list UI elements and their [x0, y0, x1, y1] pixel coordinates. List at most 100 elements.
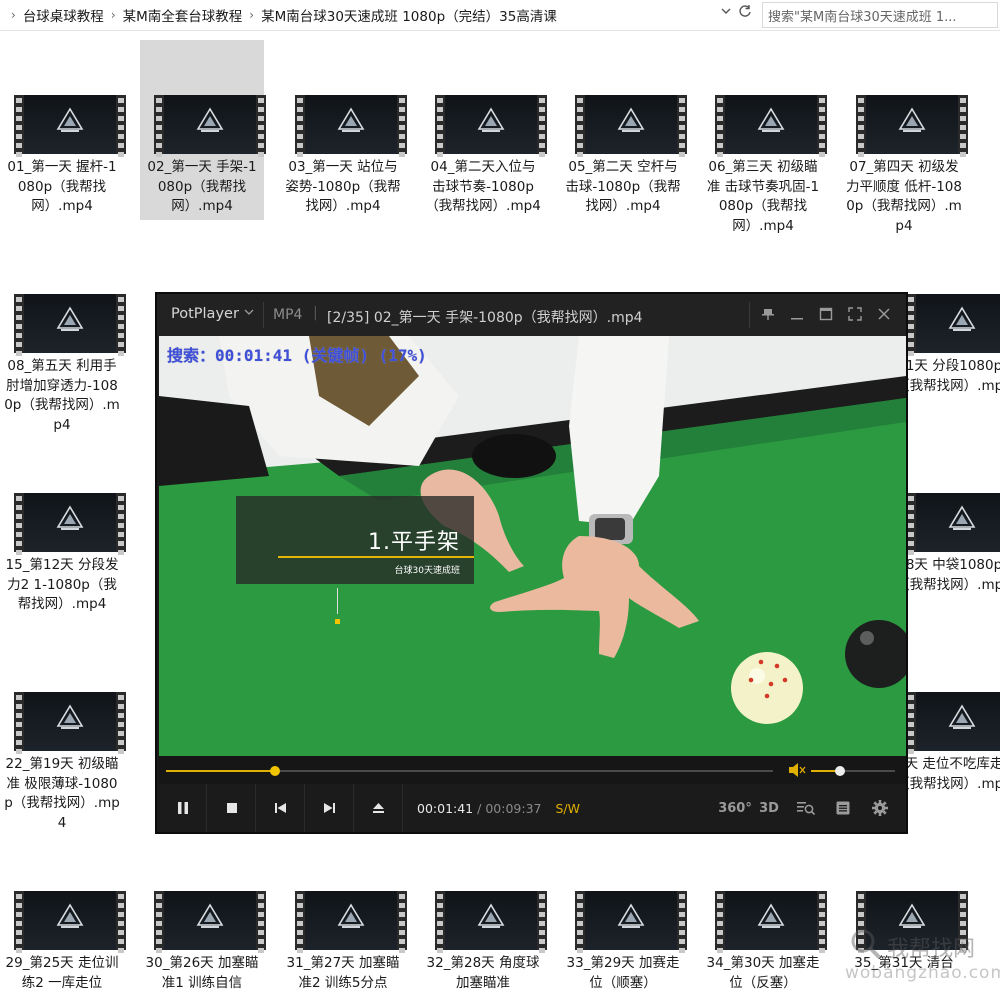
chapter-search-icon[interactable]	[793, 796, 819, 820]
chevron-down-icon[interactable]	[244, 307, 254, 320]
video-thumbnail	[906, 493, 1000, 555]
thumbnail-frame	[305, 95, 397, 154]
minimize-icon[interactable]	[787, 304, 807, 324]
file-item[interactable]: 05_第二天 空杆与击球-1080p（我帮找网）.mp4	[561, 40, 687, 220]
course-logo-icon	[617, 107, 645, 132]
file-item[interactable]: 5天 走位不吃库走p（我帮找网）.mp4	[892, 637, 1000, 817]
course-logo-icon	[477, 903, 505, 928]
video-thumbnail	[856, 95, 968, 157]
file-name: 05_第二天 空杆与击球-1080p（我帮找网）.mp4	[565, 159, 681, 214]
previous-button[interactable]	[257, 784, 305, 832]
breadcrumb-item-2[interactable]: 某M南全套台球教程	[123, 5, 243, 25]
pause-button[interactable]	[159, 784, 207, 832]
refresh-icon[interactable]	[738, 4, 752, 22]
file-item[interactable]: 03_第一天 站位与姿势-1080p（我帮找网）.mp4	[281, 40, 407, 220]
film-strip	[116, 95, 126, 157]
thumbnail-frame	[866, 95, 958, 154]
thumbnail-frame	[164, 891, 256, 950]
film-strip	[397, 891, 407, 953]
fullscreen-icon[interactable]	[845, 304, 865, 324]
course-logo-icon	[477, 107, 505, 132]
file-item[interactable]: 34_第30天 加塞走位（反塞）	[701, 836, 827, 992]
volume-slider[interactable]	[811, 766, 895, 776]
video-thumbnail	[435, 891, 547, 953]
sw-button[interactable]: S/W	[555, 801, 580, 816]
file-item[interactable]: 07_第四天 初级发力平顺度 低杆-1080p（我帮找网）.mp4	[842, 40, 968, 234]
film-strip	[14, 891, 24, 953]
file-item[interactable]: 32_第28天 角度球加塞瞄准	[421, 836, 547, 992]
file-item[interactable]: 02_第一天 手架-1080p（我帮找网）.mp4	[140, 40, 266, 220]
video-frame[interactable]: 搜索：00:01:41 (关键帧) (17%) 1.平手架 台球30天速成班	[159, 336, 906, 756]
divider: |	[313, 305, 318, 321]
close-icon[interactable]	[874, 304, 894, 324]
video-thumbnail	[295, 95, 407, 157]
eject-button[interactable]	[355, 784, 403, 832]
file-item[interactable]: 01_第一天 握杆-1080p（我帮找网）.mp4	[0, 40, 126, 220]
file-name: 04_第二天入位与击球节奏-1080p（我帮找网）.mp4	[425, 159, 541, 214]
film-strip	[116, 294, 126, 356]
file-name: 02_第一天 手架-1080p（我帮找网）.mp4	[147, 159, 257, 214]
player-titlebar[interactable]: PotPlayer MP4 | [2/35] 02_第一天 手架-1080p（我…	[157, 294, 906, 336]
3d-button[interactable]: 3D	[756, 796, 782, 820]
player-controls: 00:01:41 / 00:09:37 S/W 360° 3D	[159, 784, 906, 832]
file-item[interactable]: 15_第12天 分段发力2 1-1080p（我帮找网）.mp4	[0, 438, 126, 618]
breadcrumb-item-3[interactable]: 某M南台球30天速成班 1080p（完结）35高清课	[261, 5, 557, 25]
film-strip	[116, 692, 126, 754]
film-strip	[14, 493, 24, 555]
file-item[interactable]: 08_第五天 利用手肘增加穿透力-1080p（我帮找网）.mp4	[0, 239, 126, 433]
video-thumbnail	[715, 891, 827, 953]
maximize-icon[interactable]	[816, 304, 836, 324]
file-item[interactable]: 33_第29天 加赛走位（顺塞）	[561, 836, 687, 992]
thumbnail-frame	[24, 493, 116, 552]
file-item[interactable]: 29_第25天 走位训练2 一库走位	[0, 836, 126, 992]
volume-icon[interactable]	[787, 762, 807, 778]
next-button[interactable]	[306, 784, 354, 832]
thumbnail-frame	[585, 891, 677, 950]
file-name: 15_第12天 分段发力2 1-1080p（我帮找网）.mp4	[5, 557, 119, 612]
time-display: 00:01:41 / 00:09:37 S/W	[417, 801, 580, 816]
potplayer-window[interactable]: PotPlayer MP4 | [2/35] 02_第一天 手架-1080p（我…	[155, 292, 908, 834]
course-logo-icon	[757, 903, 785, 928]
film-strip	[435, 891, 445, 953]
player-brand-menu[interactable]: PotPlayer	[171, 306, 239, 322]
vr-360-button[interactable]: 360°	[718, 796, 752, 820]
breadcrumb-item-1[interactable]: 台球桌球教程	[23, 5, 104, 25]
file-item[interactable]: 22_第19天 初级瞄准 极限薄球-1080p（我帮找网）.mp4	[0, 637, 126, 831]
film-strip	[715, 95, 725, 157]
file-name: 5天 走位不吃库走p（我帮找网）.mp4	[896, 756, 1000, 792]
file-name: 1天 分段1080p（我帮找网）.mp4	[896, 358, 1000, 394]
course-logo-icon	[196, 107, 224, 132]
video-thumbnail	[14, 294, 126, 356]
caption-title: 1.平手架	[368, 530, 460, 555]
file-item[interactable]: 06_第三天 初级瞄准 击球节奏巩固-1080p（我帮找网）.mp4	[701, 40, 827, 234]
thumbnail-frame	[725, 95, 817, 154]
settings-gear-icon[interactable]	[867, 796, 893, 820]
file-item[interactable]: 8天 中袋1080p（我帮找网）.mp4	[892, 438, 1000, 618]
file-item[interactable]: 31_第27天 加塞瞄准2 训练5分点	[281, 836, 407, 992]
stop-button[interactable]	[208, 784, 256, 832]
film-strip	[14, 692, 24, 754]
file-item[interactable]: 30_第26天 加塞瞄准1 训练自信	[140, 836, 266, 992]
video-thumbnail	[14, 891, 126, 953]
divider	[263, 302, 264, 328]
chevron-down-icon[interactable]	[720, 5, 732, 21]
file-item[interactable]: 04_第二天入位与击球节奏-1080p（我帮找网）.mp4	[421, 40, 547, 220]
chevron-right-icon: ›	[11, 8, 16, 22]
film-strip	[958, 95, 968, 157]
film-strip	[116, 891, 126, 953]
file-item[interactable]: 1天 分段1080p（我帮找网）.mp4	[892, 239, 1000, 419]
volume-handle[interactable]	[834, 766, 845, 776]
seek-bar[interactable]	[159, 756, 906, 784]
course-logo-icon	[948, 704, 976, 729]
search-input[interactable]: 搜索"某M南台球30天速成班 1...	[762, 2, 998, 28]
file-name: 06_第三天 初级瞄准 击球节奏巩固-1080p（我帮找网）.mp4	[706, 159, 820, 234]
playlist-icon[interactable]	[830, 796, 856, 820]
film-strip	[817, 95, 827, 157]
pin-icon[interactable]	[758, 304, 778, 324]
course-logo-icon	[196, 903, 224, 928]
format-label: MP4	[273, 307, 303, 323]
seek-handle[interactable]	[270, 766, 281, 776]
file-name: 08_第五天 利用手肘增加穿透力-1080p（我帮找网）.mp4	[4, 358, 120, 433]
file-name: 34_第30天 加塞走位（反塞）	[706, 955, 820, 991]
seek-track[interactable]	[166, 766, 773, 776]
